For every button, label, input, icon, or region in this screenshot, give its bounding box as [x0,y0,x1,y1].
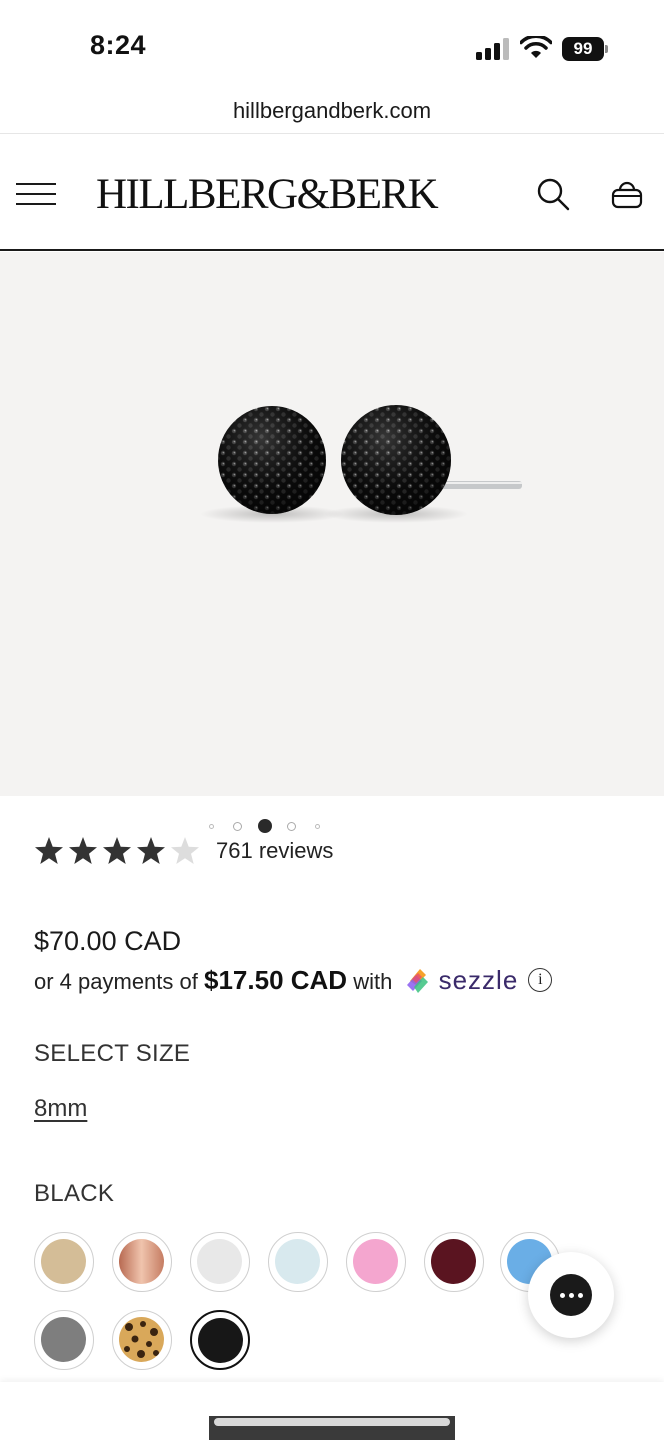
color-heading: BLACK [34,1180,115,1207]
site-header: HILLBERG&BERK [0,135,664,251]
battery-level: 99 [562,37,604,61]
color-swatch-grey[interactable] [34,1310,94,1370]
shopping-bag-icon[interactable] [610,177,644,211]
color-swatch-black[interactable] [190,1310,250,1370]
installment-prefix: or 4 payments of [34,969,198,994]
star-icon [103,837,131,864]
star-icon [35,837,63,864]
search-icon[interactable] [536,177,570,211]
sezzle-wordmark: sezzle [438,965,519,995]
star-icon [69,837,97,864]
star-rating[interactable] [34,834,204,868]
color-swatch-silver[interactable] [190,1232,250,1292]
carousel-dot-active[interactable] [258,819,272,833]
star-icon [171,837,199,864]
sezzle-logo-icon [407,969,429,994]
carousel-dot[interactable] [209,824,214,829]
carousel-dot[interactable] [315,824,320,829]
color-swatch-pink[interactable] [346,1232,406,1292]
cellular-signal-icon [476,38,509,60]
color-swatch-leopard[interactable] [112,1310,172,1370]
chat-bubble-icon [550,1274,592,1316]
url-bar[interactable]: hillbergandberk.com [0,92,664,134]
earring-image [200,405,522,523]
wifi-icon [520,36,552,58]
site-logo[interactable]: HILLBERG&BERK [96,173,439,217]
carousel-dot[interactable] [233,822,242,831]
hamburger-menu-icon[interactable] [16,183,56,205]
installment-suffix: with [353,969,393,994]
size-option-8mm[interactable]: 8mm [34,1095,87,1123]
status-bar: 8:24 99 [0,0,664,92]
carousel-dot[interactable] [287,822,296,831]
star-icon [137,837,165,864]
color-swatch-light-blue[interactable] [268,1232,328,1292]
info-icon[interactable]: i [528,968,553,993]
battery-icon: 99 [562,37,608,61]
color-swatch-burgundy[interactable] [424,1232,484,1292]
home-indicator[interactable] [209,1416,455,1440]
product-price: $70.00 CAD [34,926,182,956]
color-swatch-champagne[interactable] [34,1232,94,1292]
review-count[interactable]: 761 reviews [216,838,333,864]
installment-info: or 4 payments of $17.50 CAD with sezzle … [34,964,553,998]
product-image[interactable] [0,252,664,796]
status-time: 8:24 [90,30,147,60]
chat-button[interactable] [528,1252,614,1338]
size-heading: SELECT SIZE [34,1040,191,1067]
color-swatch-rose-gold[interactable] [112,1232,172,1292]
leopard-pattern-icon [119,1317,164,1362]
installment-amount: $17.50 CAD [204,965,348,995]
